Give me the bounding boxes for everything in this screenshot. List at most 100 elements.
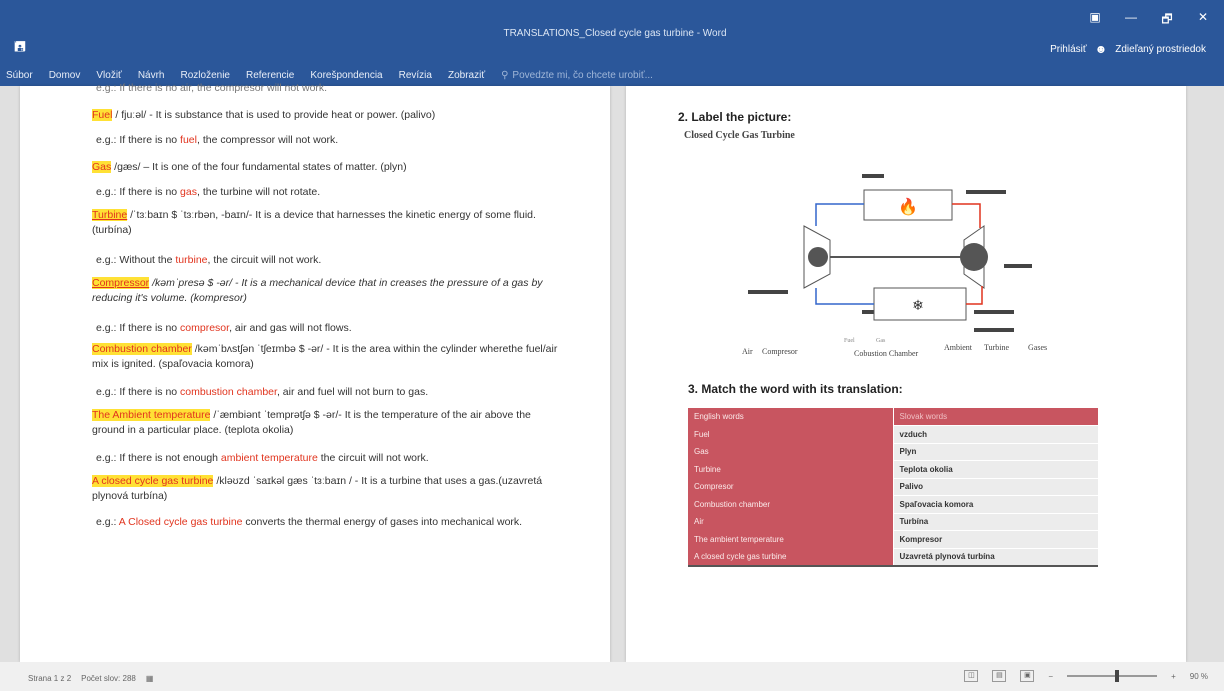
hot-pipe: [966, 286, 983, 305]
blank-line: [974, 328, 1014, 332]
slovak-word-cell: Plyn: [893, 443, 1098, 461]
entry-ambient-temperature: The Ambient temperature /ˈæmbiənt ˈtempr…: [92, 408, 562, 438]
label-ambient: Ambient: [944, 343, 973, 352]
entry-gas: Gas /gæs/ – It is one of the four fundam…: [92, 160, 562, 175]
ex-term: turbine: [175, 254, 208, 266]
example-turbine: e.g.: Without the turbine, the circuit w…: [96, 254, 566, 266]
sign-in-link[interactable]: Prihlásiť: [1050, 44, 1087, 55]
zoom-in-icon[interactable]: +: [1171, 672, 1176, 681]
ex-post: , air and fuel will not burn to gas.: [276, 386, 429, 398]
term-closed-cycle: A closed cycle gas turbine: [92, 475, 214, 487]
slovak-word-cell: Kompresor: [893, 530, 1098, 549]
def-gas: /gæs/ – It is one of the four fundamenta…: [111, 161, 407, 173]
table-row: Combustion chamber Spaľovacia komora: [688, 495, 1098, 514]
ex-post: , the compressor will not work.: [196, 134, 339, 146]
gas-turbine-diagram: 🔥 ❄ Air Compresor Fuel Gas Cobustion Cha…: [742, 174, 1047, 358]
entry-combustion-chamber: Combustion chamber /kəmˈbʌstʃən ˈtʃeɪmbə…: [92, 342, 562, 372]
ribbon-tabs: Súbor Domov Vložiť Návrh Rozloženie Refe…: [6, 70, 653, 81]
term-turbine: Turbine: [92, 209, 128, 221]
def-fuel: / fjuːəl/ - It is substance that is used…: [112, 109, 436, 121]
def-compressor: /kəmˈpresə $ -ər/ - It is a mechanical d…: [92, 277, 543, 304]
right-page[interactable]: 2. Label the picture: Closed Cycle Gas T…: [626, 86, 1186, 662]
share-button[interactable]: Zdieľaný prostriedok: [1115, 44, 1206, 55]
tab-review[interactable]: Revízia: [399, 70, 432, 81]
top-example-line: e.g.: If there is no air, the compresor …: [96, 82, 328, 94]
tell-me-text: Povedzte mi, čo chcete urobiť...: [512, 70, 653, 81]
table-row: The ambient temperature Kompresor: [688, 530, 1098, 549]
compressor-wheel: [808, 247, 828, 267]
tab-mailings[interactable]: Korešpondencia: [310, 70, 382, 81]
tab-insert[interactable]: Vložiť: [96, 70, 121, 81]
example-gas: e.g.: If there is no gas, the turbine wi…: [96, 186, 566, 198]
blank-line: [1004, 264, 1032, 268]
zoom-thumb[interactable]: [1115, 670, 1120, 682]
tab-view[interactable]: Zobraziť: [448, 70, 485, 81]
term-ambient-temperature: The Ambient temperature: [92, 409, 211, 421]
example-closed-cycle: e.g.: A Closed cycle gas turbine convert…: [96, 516, 566, 528]
ribbon-display-icon[interactable]: ▣: [1088, 10, 1102, 31]
page-count[interactable]: Strana 1 z 2: [28, 674, 71, 683]
ex-pre: e.g.:: [96, 516, 119, 528]
zoom-out-icon[interactable]: −: [1048, 672, 1053, 681]
zoom-slider[interactable]: [1067, 670, 1158, 682]
left-page[interactable]: e.g.: If there is no air, the compresor …: [20, 82, 610, 662]
proofing-icon[interactable]: ▦: [146, 674, 154, 683]
tab-references[interactable]: Referencie: [246, 70, 294, 81]
print-layout-icon[interactable]: ▤: [992, 670, 1007, 682]
zoom-level[interactable]: 90 %: [1190, 672, 1208, 681]
document-title: TRANSLATIONS_Closed cycle gas turbine - …: [503, 28, 727, 39]
ex-pre: e.g.: If there is no: [96, 186, 181, 198]
blank-line: [966, 190, 1006, 194]
ex-pre: e.g.: Without the: [96, 254, 176, 266]
english-word-cell: A closed cycle gas turbine: [688, 548, 894, 567]
entry-compressor: Compressor /kəmˈpresə $ -ər/ - It is a m…: [92, 276, 562, 306]
table-row: Fuel vzduch: [688, 425, 1098, 444]
tab-file[interactable]: Súbor: [6, 70, 33, 81]
label-air: Air: [742, 347, 753, 356]
turbine-fan: [960, 243, 988, 271]
person-icon: ☻: [1094, 42, 1108, 56]
close-icon[interactable]: ✕: [1196, 10, 1210, 31]
ex-post: converts the thermal energy of gases int…: [242, 516, 523, 528]
cold-pipe: [815, 288, 874, 305]
slovak-word-cell: Uzavretá plynová turbína: [893, 548, 1098, 567]
ex-term: ambient temperature: [220, 452, 318, 464]
table-row: A closed cycle gas turbine Uzavretá plyn…: [688, 548, 1098, 567]
english-word-cell: Air: [688, 513, 894, 531]
ex-term: A Closed cycle gas turbine: [118, 516, 243, 528]
tab-home[interactable]: Domov: [49, 70, 81, 81]
term-compressor: Compressor: [92, 277, 150, 289]
blank-line: [862, 174, 884, 178]
minimize-icon[interactable]: —: [1124, 10, 1138, 31]
tab-design[interactable]: Návrh: [138, 70, 165, 81]
ex-term: fuel: [180, 134, 197, 146]
label-turbine: Turbine: [984, 343, 1009, 352]
blank-line: [974, 310, 1014, 314]
save-icon[interactable]: 🖪: [12, 38, 28, 54]
restore-icon[interactable]: 🗗: [1160, 10, 1174, 31]
slovak-word-cell: Turbína: [893, 513, 1098, 531]
table-row: Compresor Palivo: [688, 478, 1098, 496]
blank-line: [748, 290, 788, 294]
lightbulb-icon: ⚲: [501, 70, 509, 81]
web-layout-icon[interactable]: ▣: [1020, 670, 1035, 682]
tell-me-box[interactable]: ⚲ Povedzte mi, čo chcete urobiť...: [501, 70, 653, 81]
flame-icon: 🔥: [898, 197, 918, 216]
tab-layout[interactable]: Rozloženie: [181, 70, 230, 81]
slovak-word-cell: Spaľovacia komora: [893, 495, 1098, 514]
status-right: ◫ ▤ ▣ − + 90 %: [964, 670, 1208, 682]
term-gas: Gas: [92, 161, 112, 173]
example-ambient-temperature: e.g.: If there is not enough ambient tem…: [96, 452, 566, 464]
ex-term: gas: [180, 186, 197, 198]
table-header-cell: Slovak words: [893, 408, 1098, 426]
hot-pipe: [952, 203, 981, 228]
ex-post: , the turbine will not rotate.: [196, 186, 321, 198]
label-fuel: Fuel: [844, 338, 855, 344]
entry-closed-cycle: A closed cycle gas turbine /kləʊzd ˈsaɪk…: [92, 474, 562, 504]
entry-fuel: Fuel / fjuːəl/ - It is substance that is…: [92, 108, 562, 123]
english-word-cell: Turbine: [688, 460, 894, 478]
word-count[interactable]: Počet slov: 288: [81, 674, 136, 683]
document-area[interactable]: e.g.: If there is no air, the compresor …: [0, 82, 1224, 662]
read-mode-icon[interactable]: ◫: [964, 670, 979, 682]
match-heading: 3. Match the word with its translation:: [688, 382, 903, 396]
